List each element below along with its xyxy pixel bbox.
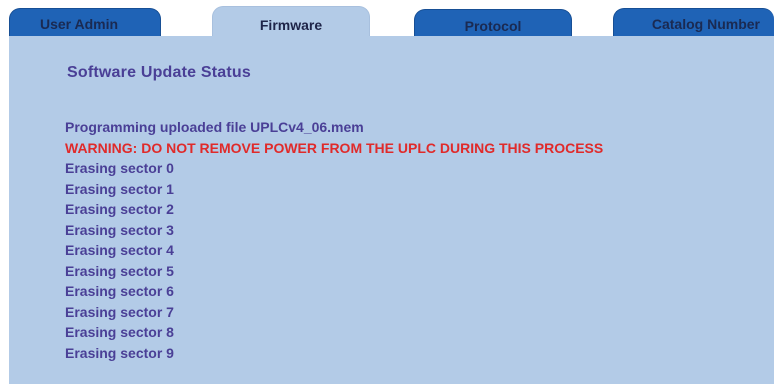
- tab-protocol-label: Protocol: [464, 18, 522, 34]
- tab-protocol[interactable]: Protocol: [414, 9, 572, 37]
- log-line: Erasing sector 9: [65, 344, 174, 361]
- tab-strip: User Admin Protocol Catalog Number Firmw…: [0, 0, 774, 42]
- log-line: Erasing sector 7: [65, 303, 174, 320]
- log-line: Erasing sector 5: [65, 262, 174, 279]
- tab-firmware-label: Firmware: [259, 17, 323, 33]
- page-title: Software Update Status: [67, 64, 251, 81]
- log-line: Erasing sector 2: [65, 201, 174, 217]
- log-line: Erasing sector 3: [65, 221, 174, 238]
- log-line: Erasing sector 0: [65, 160, 174, 176]
- log-line: Erasing sector 4: [65, 242, 174, 258]
- log-line: Erasing sector 1: [65, 180, 174, 197]
- tab-catalog-number-label: Catalog Number: [651, 16, 760, 32]
- log-line: Erasing sector 6: [65, 283, 174, 299]
- status-log: Programming uploaded file UPLCv4_06.mem …: [65, 117, 603, 363]
- tab-user-admin[interactable]: User Admin: [9, 8, 161, 36]
- log-line: Erasing sector 8: [65, 324, 174, 340]
- tab-user-admin-label: User Admin: [40, 16, 119, 32]
- power-warning: WARNING: DO NOT REMOVE POWER FROM THE UP…: [65, 139, 604, 156]
- upload-message: Programming uploaded file UPLCv4_06.mem: [65, 119, 364, 135]
- firmware-panel: Software Update Status Programming uploa…: [9, 36, 774, 384]
- tab-catalog-number[interactable]: Catalog Number: [613, 8, 774, 36]
